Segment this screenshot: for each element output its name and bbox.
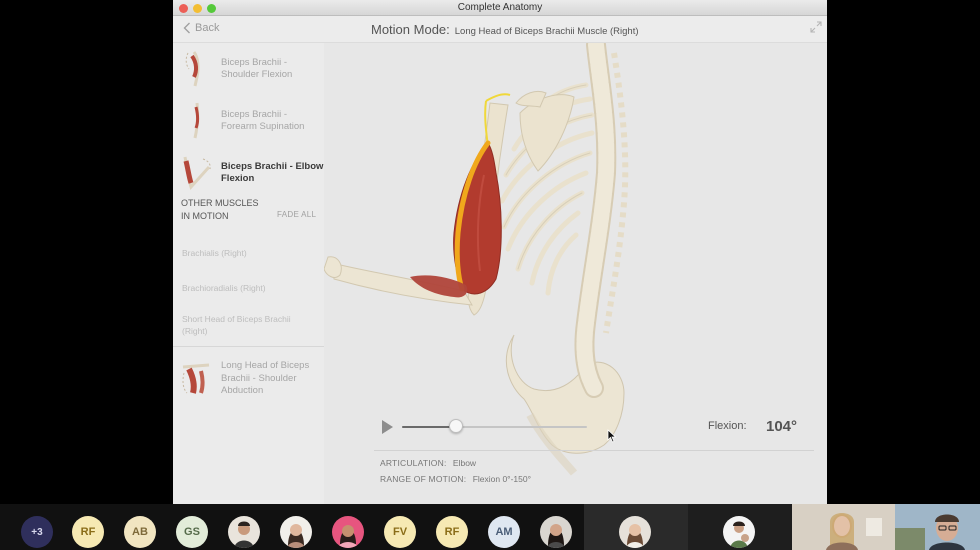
flexion-value: 104° <box>766 418 798 435</box>
back-button[interactable]: Back <box>183 22 219 34</box>
skeleton-3d-model[interactable] <box>324 43 827 504</box>
sidebar-item-label: Biceps Brachii - Shoulder Flexion <box>221 56 293 81</box>
back-label: Back <box>195 22 220 34</box>
articulation-label: ARTICULATION: <box>380 458 447 468</box>
sidebar-item-label: Biceps Brachii - Elbow Flexion <box>221 160 324 185</box>
sidebar-item-label: Long Head of Biceps Brachii - Shoulder A… <box>221 360 310 397</box>
3d-viewer[interactable]: Flexion: 104° ARTICULATION: Elbow RANGE … <box>324 43 827 504</box>
title-bar: Complete Anatomy <box>173 0 827 16</box>
motion-slider-track[interactable] <box>402 426 587 428</box>
participant-avatar[interactable]: FV <box>384 516 416 548</box>
arm-thumbnail-icon <box>185 51 200 87</box>
participant-video-tile[interactable] <box>895 504 980 550</box>
sidebar-item-forearm-supination[interactable]: Biceps Brachii - Forearm Supination <box>173 99 324 143</box>
other-muscle-item[interactable]: Brachialis (Right) <box>182 247 312 259</box>
participant-avatar[interactable] <box>540 516 572 548</box>
articulation-value: Elbow <box>452 458 477 468</box>
sidebar-item-elbow-flexion[interactable]: Biceps Brachii - Elbow Flexion <box>173 151 324 195</box>
participant-avatar[interactable]: AB <box>124 516 156 548</box>
sidebar-item-shoulder-flexion[interactable]: Biceps Brachii - Shoulder Flexion <box>173 47 324 91</box>
range-of-motion-label: RANGE OF MOTION: <box>380 474 467 484</box>
user-photo-icon <box>332 516 364 548</box>
participant-avatar[interactable]: AM <box>488 516 520 548</box>
arm-thumbnail-icon <box>193 102 200 139</box>
window-title: Complete Anatomy <box>457 2 543 13</box>
user-photo-icon <box>228 516 260 548</box>
motion-slider-fill <box>402 426 456 428</box>
motion-mode-title: Motion Mode: Long Head of Biceps Brachii… <box>371 22 639 37</box>
user-photo-icon <box>619 516 651 548</box>
participant-video-feed <box>895 504 980 550</box>
participant-avatar[interactable] <box>619 516 651 548</box>
participant-avatar[interactable] <box>723 516 755 548</box>
mouse-cursor-icon <box>607 429 617 443</box>
play-icon[interactable] <box>380 419 394 435</box>
motion-sidebar: Biceps Brachii - Shoulder Flexion Biceps… <box>173 43 324 504</box>
participant-video-tile[interactable] <box>792 504 895 550</box>
info-divider <box>374 450 814 451</box>
range-of-motion-row: RANGE OF MOTION: Flexion 0°-150° <box>380 474 531 484</box>
other-muscle-item[interactable]: Short Head of Biceps Brachii (Right) <box>182 313 307 337</box>
user-photo-icon <box>723 516 755 548</box>
participant-avatar[interactable] <box>228 516 260 548</box>
participant-avatar[interactable] <box>332 516 364 548</box>
fade-all-button[interactable]: FADE ALL <box>277 210 316 219</box>
other-muscle-item[interactable]: Brachioradialis (Right) <box>182 282 312 294</box>
participant-avatar[interactable]: RF <box>72 516 104 548</box>
user-photo-icon <box>540 516 572 548</box>
arm-thumbnail-icon <box>183 156 211 190</box>
participant-avatar[interactable]: RF <box>436 516 468 548</box>
participant-avatar[interactable]: GS <box>176 516 208 548</box>
articulation-row: ARTICULATION: Elbow <box>380 458 476 468</box>
screen: Complete Anatomy Back Motion Mode: Long … <box>0 0 980 550</box>
motion-slider-handle[interactable] <box>448 419 463 433</box>
participant-avatar[interactable] <box>280 516 312 548</box>
flexion-label: Flexion: <box>708 420 747 432</box>
user-photo-icon <box>280 516 312 548</box>
sidebar-item-label: Biceps Brachii - Forearm Supination <box>221 108 305 133</box>
more-participants-badge[interactable]: +3 <box>21 516 53 548</box>
biceps-tendon <box>485 93 511 102</box>
spine <box>574 43 629 398</box>
participant-video-feed <box>792 504 895 550</box>
sidebar-divider <box>173 346 324 347</box>
other-muscles-heading: OTHER MUSCLES IN MOTION <box>181 198 259 221</box>
shoulder-thumbnail-icon <box>182 363 210 394</box>
range-of-motion-value: Flexion 0°-150° <box>472 474 531 484</box>
sidebar-item-shoulder-abduction[interactable]: Long Head of Biceps Brachii - Shoulder A… <box>173 357 324 401</box>
motion-mode-label: Motion Mode: <box>371 22 450 37</box>
motion-header: Back Motion Mode: Long Head of Biceps Br… <box>173 16 827 43</box>
expand-icon[interactable] <box>809 20 823 34</box>
app-window: Complete Anatomy Back Motion Mode: Long … <box>173 0 827 504</box>
motion-mode-value: Long Head of Biceps Brachii Muscle (Righ… <box>454 26 639 37</box>
chevron-left-icon <box>183 22 190 34</box>
